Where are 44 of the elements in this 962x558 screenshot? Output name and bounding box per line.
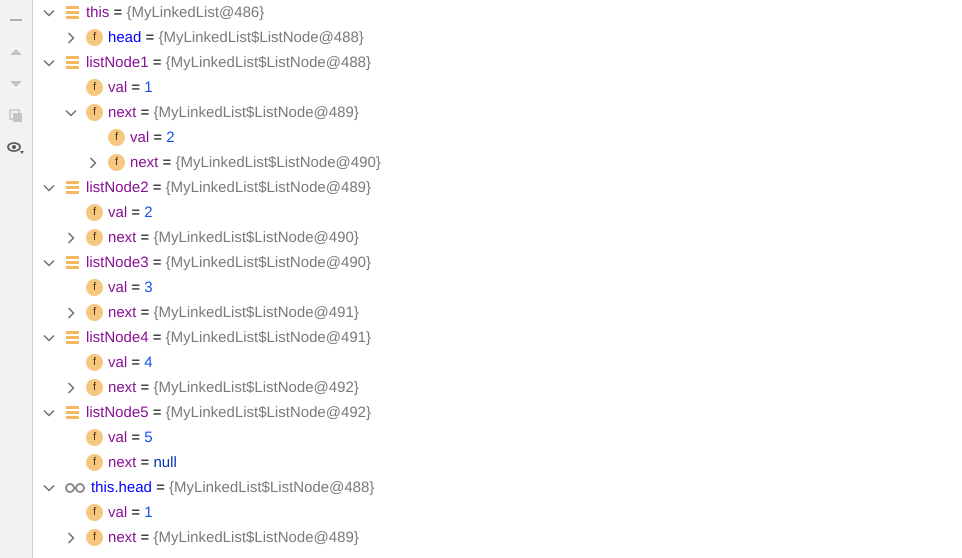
variable-text[interactable]: listNode5 = {MyLinkedList$ListNode@492}	[86, 402, 372, 422]
variable-icon	[64, 4, 81, 21]
variable-text[interactable]: next = {MyLinkedList$ListNode@492}	[108, 378, 359, 398]
field-icon: f	[86, 204, 103, 221]
field-icon: f	[108, 154, 125, 171]
variable-text[interactable]: next = {MyLinkedList$ListNode@491}	[108, 302, 359, 322]
field-icon: f	[86, 379, 103, 396]
variable-text[interactable]: val = 1	[108, 502, 153, 522]
eye-icon[interactable]	[7, 141, 25, 155]
field-icon: f	[86, 79, 103, 96]
variable-icon	[64, 404, 81, 421]
variable-text[interactable]: val = 5	[108, 428, 153, 448]
variable-icon	[64, 254, 81, 271]
variable-text[interactable]: this = {MyLinkedList@486}	[86, 2, 264, 22]
variable-text[interactable]: val = 4	[108, 352, 153, 372]
variable-text[interactable]: next = {MyLinkedList$ListNode@489}	[108, 102, 359, 122]
variable-text[interactable]: this.head = {MyLinkedList$ListNode@488}	[91, 478, 374, 498]
field-icon: f	[108, 129, 125, 146]
variable-text[interactable]: next = {MyLinkedList$ListNode@490}	[108, 228, 359, 248]
variable-text[interactable]: listNode1 = {MyLinkedList$ListNode@488}	[86, 52, 372, 72]
field-icon: f	[86, 354, 103, 371]
field-icon: f	[86, 229, 103, 246]
field-icon: f	[86, 304, 103, 321]
variable-text[interactable]: val = 1	[108, 78, 153, 98]
field-icon: f	[86, 504, 103, 521]
variable-text[interactable]: listNode2 = {MyLinkedList$ListNode@489}	[86, 178, 372, 198]
field-icon: f	[86, 279, 103, 296]
variable-text[interactable]: val = 3	[108, 278, 153, 298]
variable-text[interactable]: listNode3 = {MyLinkedList$ListNode@490}	[86, 252, 372, 272]
variable-icon	[64, 179, 81, 196]
variable-text[interactable]: next = {MyLinkedList$ListNode@489}	[108, 528, 359, 548]
variable-text[interactable]: val = 2	[108, 202, 153, 222]
variable-icon	[64, 329, 81, 346]
variable-text[interactable]: val = 2	[130, 128, 175, 148]
variable-text[interactable]: next = {MyLinkedList$ListNode@490}	[130, 152, 381, 172]
variable-text[interactable]: head = {MyLinkedList$ListNode@488}	[108, 28, 364, 48]
variable-text[interactable]: next = null	[108, 452, 177, 472]
variable-text[interactable]: listNode4 = {MyLinkedList$ListNode@491}	[86, 328, 372, 348]
field-icon: f	[86, 29, 103, 46]
field-icon: f	[86, 429, 103, 446]
field-icon: f	[86, 104, 103, 121]
variable-icon	[64, 54, 81, 71]
field-icon: f	[86, 529, 103, 546]
field-icon: f	[86, 454, 103, 471]
